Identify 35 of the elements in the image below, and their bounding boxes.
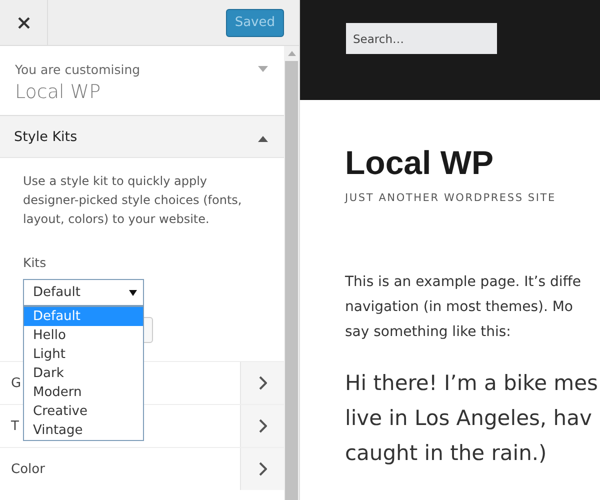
chevron-right-icon (258, 419, 266, 433)
dropdown-option[interactable]: Creative (24, 402, 143, 421)
scrollbar-thumb[interactable] (285, 61, 298, 500)
section-expand-button[interactable] (240, 405, 284, 447)
close-icon (18, 16, 30, 28)
section-title: Style Kits (14, 128, 78, 144)
section-label[interactable]: Color (0, 448, 240, 490)
quote-line: caught in the rain.) (345, 440, 548, 467)
quote-line: Hi there! I’m a bike mes (345, 370, 599, 397)
site-tagline: JUST ANOTHER WORDPRESS SITE (345, 192, 557, 204)
dropdown-option[interactable]: Modern (24, 383, 143, 402)
section-expand-button[interactable] (240, 448, 284, 490)
dropdown-option[interactable]: Hello (24, 326, 143, 345)
dropdown-option[interactable]: Light (24, 345, 143, 364)
customising-label: You are customising (15, 62, 140, 77)
dropdown-option[interactable]: Dark (24, 364, 143, 383)
description-text: Use a style kit to quickly apply designer-picked style choices (fonts, layout, colors) to your website. (23, 173, 243, 228)
quote-line: live in Los Angeles, hav (345, 405, 593, 432)
chevron-right-icon (258, 462, 266, 476)
site-name: Local WP (15, 81, 102, 103)
section-expand-button[interactable] (240, 362, 284, 404)
collapse-icon[interactable] (258, 136, 268, 142)
field-label: Kits (23, 255, 48, 270)
scroll-up-icon[interactable] (288, 51, 296, 56)
kit-select[interactable]: Default (23, 279, 144, 306)
paragraph-line: say something like this: (345, 323, 512, 342)
scrollbar[interactable] (284, 46, 299, 500)
paragraph-line: navigation (in most themes). Mo (345, 298, 574, 317)
expand-icon[interactable] (258, 66, 268, 72)
site-title: Local WP (345, 144, 495, 182)
search-field[interactable]: Search… (346, 23, 497, 54)
chevron-right-icon (258, 376, 266, 390)
dropdown-option[interactable]: Vintage (24, 421, 143, 440)
paragraph-line: This is an example page. It’s diffe (345, 273, 582, 292)
dropdown-arrow-icon (129, 290, 137, 296)
